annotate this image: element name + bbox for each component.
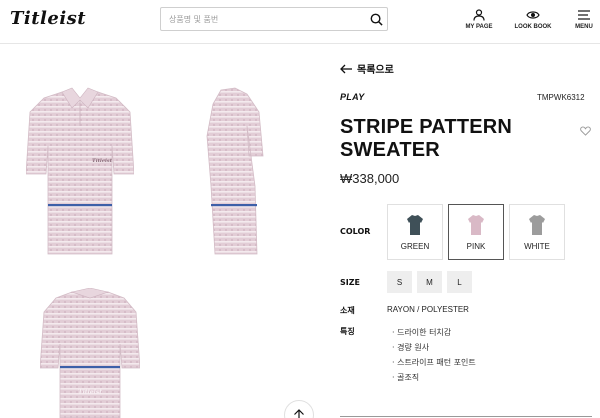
search-icon[interactable] <box>365 8 387 30</box>
product-image-back[interactable]: Titleist <box>40 288 140 418</box>
product-details: 목록으로 PLAY TMPWK6312 STRIPE PATTERN SWEAT… <box>340 44 600 418</box>
color-name: WHITE <box>524 242 550 251</box>
look-book-button[interactable]: LOOK BOOK <box>514 9 552 30</box>
material-label: 소재 <box>340 306 355 315</box>
color-option-white[interactable]: WHITE <box>509 204 565 260</box>
product-image-front[interactable]: Titleist <box>26 86 134 258</box>
size-option-s[interactable]: S <box>387 271 412 293</box>
my-page-label: MY PAGE <box>465 24 493 30</box>
arrow-left-icon <box>340 64 352 73</box>
look-book-label: LOOK BOOK <box>514 24 552 30</box>
color-options: GREEN PINK WHITE <box>387 204 565 260</box>
product-code: TMPWK6312 <box>537 93 585 102</box>
search-bar[interactable] <box>160 7 388 31</box>
color-name: PINK <box>466 242 486 251</box>
features-label: 특징 <box>340 327 355 336</box>
menu-button[interactable]: MENU <box>571 9 597 30</box>
size-label: SIZE <box>340 278 361 287</box>
search-input[interactable] <box>161 8 365 30</box>
wishlist-button[interactable] <box>580 123 591 141</box>
hamburger-icon <box>578 10 590 20</box>
size-option-m[interactable]: M <box>417 271 442 293</box>
color-option-green[interactable]: GREEN <box>387 204 443 260</box>
shirt-thumbnail-white <box>529 215 545 235</box>
features-list: · 드라이한 터치감 · 경량 원사 · 스트라이프 패턴 포인트 · 골조직 <box>392 325 476 385</box>
menu-label: MENU <box>575 24 593 30</box>
color-name: GREEN <box>400 242 430 251</box>
shirt-logo-print: Titleist <box>92 158 113 164</box>
feature-item: · 경량 원사 <box>392 343 430 352</box>
arrow-up-icon <box>294 409 304 418</box>
product-image-side[interactable] <box>195 86 265 258</box>
product-brand: PLAY <box>340 92 365 102</box>
color-option-pink[interactable]: PINK <box>448 204 504 260</box>
product-title: STRIPE PATTERN SWEATER <box>340 116 513 161</box>
scroll-to-top-button[interactable] <box>284 400 314 418</box>
shirt-thumbnail-green <box>407 215 423 235</box>
heart-icon <box>580 126 591 136</box>
feature-item: · 드라이한 터치감 <box>392 328 452 337</box>
material-value: RAYON / POLYESTER <box>387 305 469 314</box>
divider <box>340 416 592 417</box>
product-gallery: Titleist Titleist <box>0 44 314 418</box>
size-options: S M L <box>387 271 472 293</box>
site-header: Titleist MY PAGE LOOK BOOK MENU <box>0 0 600 44</box>
user-icon <box>473 9 485 21</box>
color-label: COLOR <box>340 227 371 236</box>
shirt-back-print: Titleist <box>78 389 102 396</box>
feature-item: · 스트라이프 패턴 포인트 <box>392 358 476 367</box>
back-to-list-label: 목록으로 <box>357 65 394 76</box>
product-price: ₩338,000 <box>340 171 400 186</box>
feature-item: · 골조직 <box>392 373 420 382</box>
brand-logo[interactable]: Titleist <box>10 8 86 29</box>
shirt-thumbnail-pink <box>468 215 484 235</box>
size-option-l[interactable]: L <box>447 271 472 293</box>
my-page-button[interactable]: MY PAGE <box>464 9 494 30</box>
back-to-list-link[interactable]: 목록으로 <box>340 61 394 76</box>
eye-icon <box>526 11 540 19</box>
